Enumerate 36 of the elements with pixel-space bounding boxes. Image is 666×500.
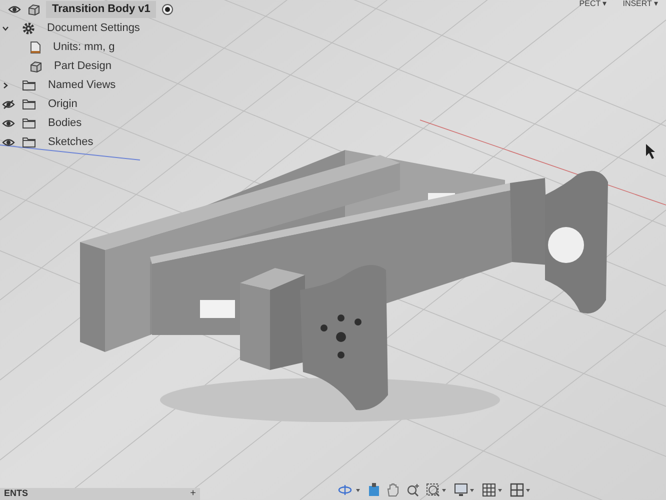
- tree-item-label[interactable]: Units: mm, g: [53, 39, 115, 56]
- display-monitor-icon[interactable]: [454, 483, 476, 497]
- add-button[interactable]: +: [190, 489, 196, 499]
- eye-icon[interactable]: [8, 5, 21, 14]
- zoom-icon[interactable]: [406, 483, 420, 497]
- tree-item-label[interactable]: Named Views: [48, 77, 116, 94]
- toolbar-menu[interactable]: PECT ▾: [579, 0, 607, 8]
- panel-title: ENTS: [4, 487, 28, 500]
- pointer-cursor-icon: [646, 144, 655, 159]
- cube-icon: [28, 4, 40, 16]
- viewports-icon[interactable]: [510, 483, 532, 497]
- hidden-eye-icon[interactable]: [2, 100, 15, 109]
- folder-icon: [22, 118, 36, 129]
- tree-item-label[interactable]: Transition Body v1: [52, 1, 150, 18]
- eye-icon[interactable]: [2, 119, 15, 128]
- tree-item-label[interactable]: Part Design: [54, 58, 112, 75]
- folder-icon: [22, 99, 36, 110]
- look-at-icon[interactable]: [368, 483, 380, 497]
- document-icon: [30, 41, 41, 54]
- eye-icon[interactable]: [2, 138, 15, 147]
- tree-item-label[interactable]: Origin: [48, 96, 78, 113]
- orbit-icon[interactable]: [338, 484, 362, 496]
- pan-hand-icon[interactable]: [386, 483, 400, 497]
- folder-icon: [22, 80, 36, 91]
- toolbar-menu[interactable]: INSERT ▾: [622, 0, 658, 8]
- cube-icon: [30, 60, 42, 72]
- grid-icon[interactable]: [482, 483, 504, 497]
- expanded-caret-icon[interactable]: [2, 25, 9, 32]
- tree-item-label[interactable]: Bodies: [48, 115, 82, 132]
- gear-icon: [22, 22, 35, 35]
- collapsed-caret-icon[interactable]: [2, 82, 9, 89]
- fit-window-icon[interactable]: [426, 483, 448, 497]
- folder-icon: [22, 137, 36, 148]
- active-radio-icon[interactable]: [162, 4, 174, 15]
- tree-item-label[interactable]: Document Settings: [47, 20, 140, 37]
- tree-item-label[interactable]: Sketches: [48, 134, 94, 151]
